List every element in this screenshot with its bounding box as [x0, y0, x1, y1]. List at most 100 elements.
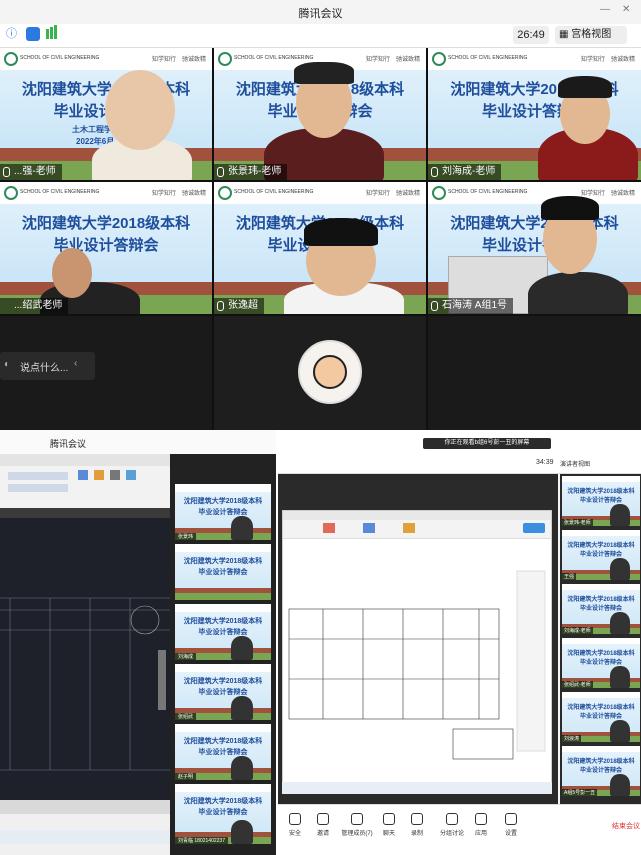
cad-tabs[interactable]: [0, 508, 170, 518]
close-icon[interactable]: ✕: [622, 5, 632, 15]
tool-icon[interactable]: [323, 523, 335, 533]
slide-motto: 知学知行 驰诚致精: [151, 57, 206, 63]
mini-video-tile[interactable]: 沈阳建筑大学2018级本科 毕业设计答辩会 张景玮-老师: [562, 476, 640, 526]
mini-video-tile[interactable]: 沈阳建筑大学2018级本科 毕业设计答辩会 王强: [562, 530, 640, 580]
video-tile[interactable]: SCHOOL OF CIVIL ENGINEERING知学知行 驰诚致精 沈阳建…: [0, 48, 212, 180]
grid-icon: ▦: [559, 29, 572, 40]
participant-face: [105, 70, 175, 150]
shared-screens: 腾讯会议 沈阳建筑大学2018级本科 毕业设计答辩会 张景玮 沈阳建筑大学201…: [0, 430, 641, 855]
mini-video-tile[interactable]: 沈阳建筑大学2018级本科 毕业设计答辩会: [175, 544, 271, 600]
school-name: SCHOOL OF CIVIL ENGINEERING: [234, 55, 314, 61]
school-logo-icon: [218, 186, 232, 200]
speaker-view-button[interactable]: 演讲者视图: [560, 459, 590, 468]
breakout-button[interactable]: 分组讨论: [434, 813, 470, 837]
video-tile[interactable]: SCHOOL OF CIVIL ENGINEERING 知学知行 驰诚致精 沈阳建…: [428, 182, 641, 314]
document-toolbar: [283, 511, 551, 539]
mini-video-tile[interactable]: 沈阳建筑大学2018级本科 毕业设计答辩会 A组5号彭一丑: [562, 746, 640, 796]
school-name: SCHOOL OF CIVIL ENGINEERING: [448, 189, 528, 195]
mini-video-tile[interactable]: 沈阳建筑大学2018级本科 毕业设计答辩会 刘海成-老师: [562, 584, 640, 634]
invite-button[interactable]: 邀请: [308, 813, 338, 837]
mini-video-tile[interactable]: 沈阳建筑大学2018级本科 毕业设计答辩会 赵子明: [175, 724, 271, 780]
record-button[interactable]: 录制: [402, 813, 432, 837]
chat-icon: ◐: [4, 359, 11, 370]
cad-status-bar: [0, 800, 170, 855]
mini-video-tile[interactable]: 沈阳建筑大学2018级本科 毕业设计答辩会 刘海成: [175, 604, 271, 660]
tool-icon[interactable]: [403, 523, 415, 533]
chat-input[interactable]: ◐ 说点什么... ‹: [0, 352, 95, 380]
school-name: SCHOOL OF CIVIL ENGINEERING: [448, 55, 528, 61]
chevron-left-icon[interactable]: ‹: [74, 358, 77, 369]
minimize-icon[interactable]: —: [600, 5, 610, 15]
mini-video-tile[interactable]: 沈阳建筑大学2018级本科 毕业设计答辩会 张景玮: [175, 484, 271, 540]
participant-name: 张逸超: [214, 298, 264, 314]
participant-video: [528, 272, 628, 314]
cad-drawing-canvas[interactable]: [0, 570, 170, 800]
video-tile[interactable]: SCHOOL OF CIVIL ENGINEERING知学知行 驰诚致精 沈阳建…: [428, 48, 641, 180]
participant-strip: 沈阳建筑大学2018级本科 毕业设计答辩会 张景玮-老师 沈阳建筑大学2018级本科…: [560, 474, 641, 804]
school-name: SCHOOL OF CIVIL ENGINEERING: [20, 189, 100, 195]
manage-members-button[interactable]: 管理成员(7): [338, 813, 376, 837]
apps-button[interactable]: 应用: [466, 813, 496, 837]
chat-placeholder: 说点什么...: [20, 363, 69, 374]
slide-motto: 知学知行 驰诚致精: [580, 191, 635, 197]
avatar-cartoon-icon: [313, 355, 347, 389]
grid-view-label: 宫格视图: [571, 29, 612, 40]
video-tile[interactable]: SCHOOL OF CIVIL ENGINEERING知学知行 驰诚致精 沈阳建…: [214, 48, 426, 180]
mic-icon: [217, 167, 224, 177]
tool-icon[interactable]: [78, 470, 88, 480]
title-bar: 腾讯会议 — ✕: [0, 0, 641, 24]
group-icon: [446, 813, 458, 825]
meeting-toolbar: 34:39 演讲者视图: [278, 456, 641, 474]
slide-title: 沈阳建筑大学2018级本科: [450, 215, 619, 232]
school-logo-icon: [4, 186, 18, 200]
slide-motto: 知学知行 驰诚致精: [365, 57, 420, 63]
school-logo-icon: [432, 186, 446, 200]
participant-hair: [294, 62, 354, 84]
grid-view-button[interactable]: ▦ 宫格视图: [555, 26, 627, 44]
slide-motto: 知学知行 驰诚致精: [580, 57, 635, 63]
mini-video-tile[interactable]: 沈阳建筑大学2018级本科 毕业设计答辩会 张绍武-老师: [562, 638, 640, 688]
shield-icon[interactable]: [26, 27, 40, 41]
school-name: SCHOOL OF CIVIL ENGINEERING: [20, 55, 100, 61]
info-icon[interactable]: ⓘ: [6, 28, 18, 40]
participant-name: ...绍武老师: [0, 298, 69, 314]
share-button[interactable]: [523, 523, 545, 533]
school-name: SCHOOL OF CIVIL ENGINEERING: [234, 189, 314, 195]
school-logo-icon: [4, 52, 18, 66]
slide-subtitle: 毕业设计答辩会: [53, 237, 159, 254]
tool-icon[interactable]: [363, 523, 375, 533]
mini-video-tile[interactable]: 沈阳建筑大学2018级本科 毕业设计答辩会 张绍武: [175, 664, 271, 720]
sharing-banner: 你正在观看b组6号彭一丑的屏幕: [423, 438, 551, 449]
chat-button[interactable]: 聊天: [374, 813, 404, 837]
participant-hair: [541, 196, 599, 220]
mic-icon: [431, 301, 438, 311]
slide-motto: 知学知行 驰诚致精: [151, 191, 206, 197]
participant-name: 石海涛 A组1号: [428, 298, 514, 314]
video-tile[interactable]: SCHOOL OF CIVIL ENGINEERING知学知行 驰诚致精 沈阳建…: [214, 182, 426, 314]
participant-strip: 沈阳建筑大学2018级本科 毕业设计答辩会 张景玮 沈阳建筑大学2018级本科 毕业设…: [170, 454, 276, 855]
security-button[interactable]: 安全: [280, 813, 310, 837]
school-logo-icon: [432, 52, 446, 66]
empty-tile: [428, 316, 641, 430]
gear-icon: [505, 813, 517, 825]
video-tile[interactable]: SCHOOL OF CIVIL ENGINEERING知学知行 驰诚致精 沈阳建…: [0, 182, 212, 314]
title-bar: 你正在观看b组6号彭一丑的屏幕: [278, 430, 641, 456]
settings-button[interactable]: 设置: [496, 813, 526, 837]
title-bar: 腾讯会议: [0, 430, 276, 454]
architectural-drawing: [283, 539, 551, 791]
screen-share-screenshot: 你正在观看b组6号彭一丑的屏幕 34:39 演讲者视图 沈阳建筑大学2018级本…: [278, 430, 641, 855]
mic-icon: [431, 167, 438, 177]
app-title: 腾讯会议: [298, 8, 343, 20]
end-meeting-button[interactable]: 结束会议: [612, 819, 640, 835]
cad-screenshot: 腾讯会议 沈阳建筑大学2018级本科 毕业设计答辩会 张景玮 沈阳建筑大学201…: [0, 430, 276, 855]
mic-icon: [3, 167, 10, 177]
users-icon: [351, 813, 363, 825]
meeting-grid-screenshot: 腾讯会议 — ✕ ⓘ 26:49 ▦ 宫格视图 SCHOOL OF CIVIL …: [0, 0, 641, 430]
mini-video-tile[interactable]: 沈阳建筑大学2018级本科 毕业设计答辩会 刘青临 18021402237: [175, 784, 271, 844]
mini-video-tile[interactable]: 沈阳建筑大学2018级本科 毕业设计答辩会 刘浪涛: [562, 692, 640, 742]
add-user-icon: [317, 813, 329, 825]
tool-icon[interactable]: [126, 470, 136, 480]
participant-hair: [304, 218, 378, 246]
tool-icon[interactable]: [110, 470, 120, 480]
tool-icon[interactable]: [94, 470, 104, 480]
